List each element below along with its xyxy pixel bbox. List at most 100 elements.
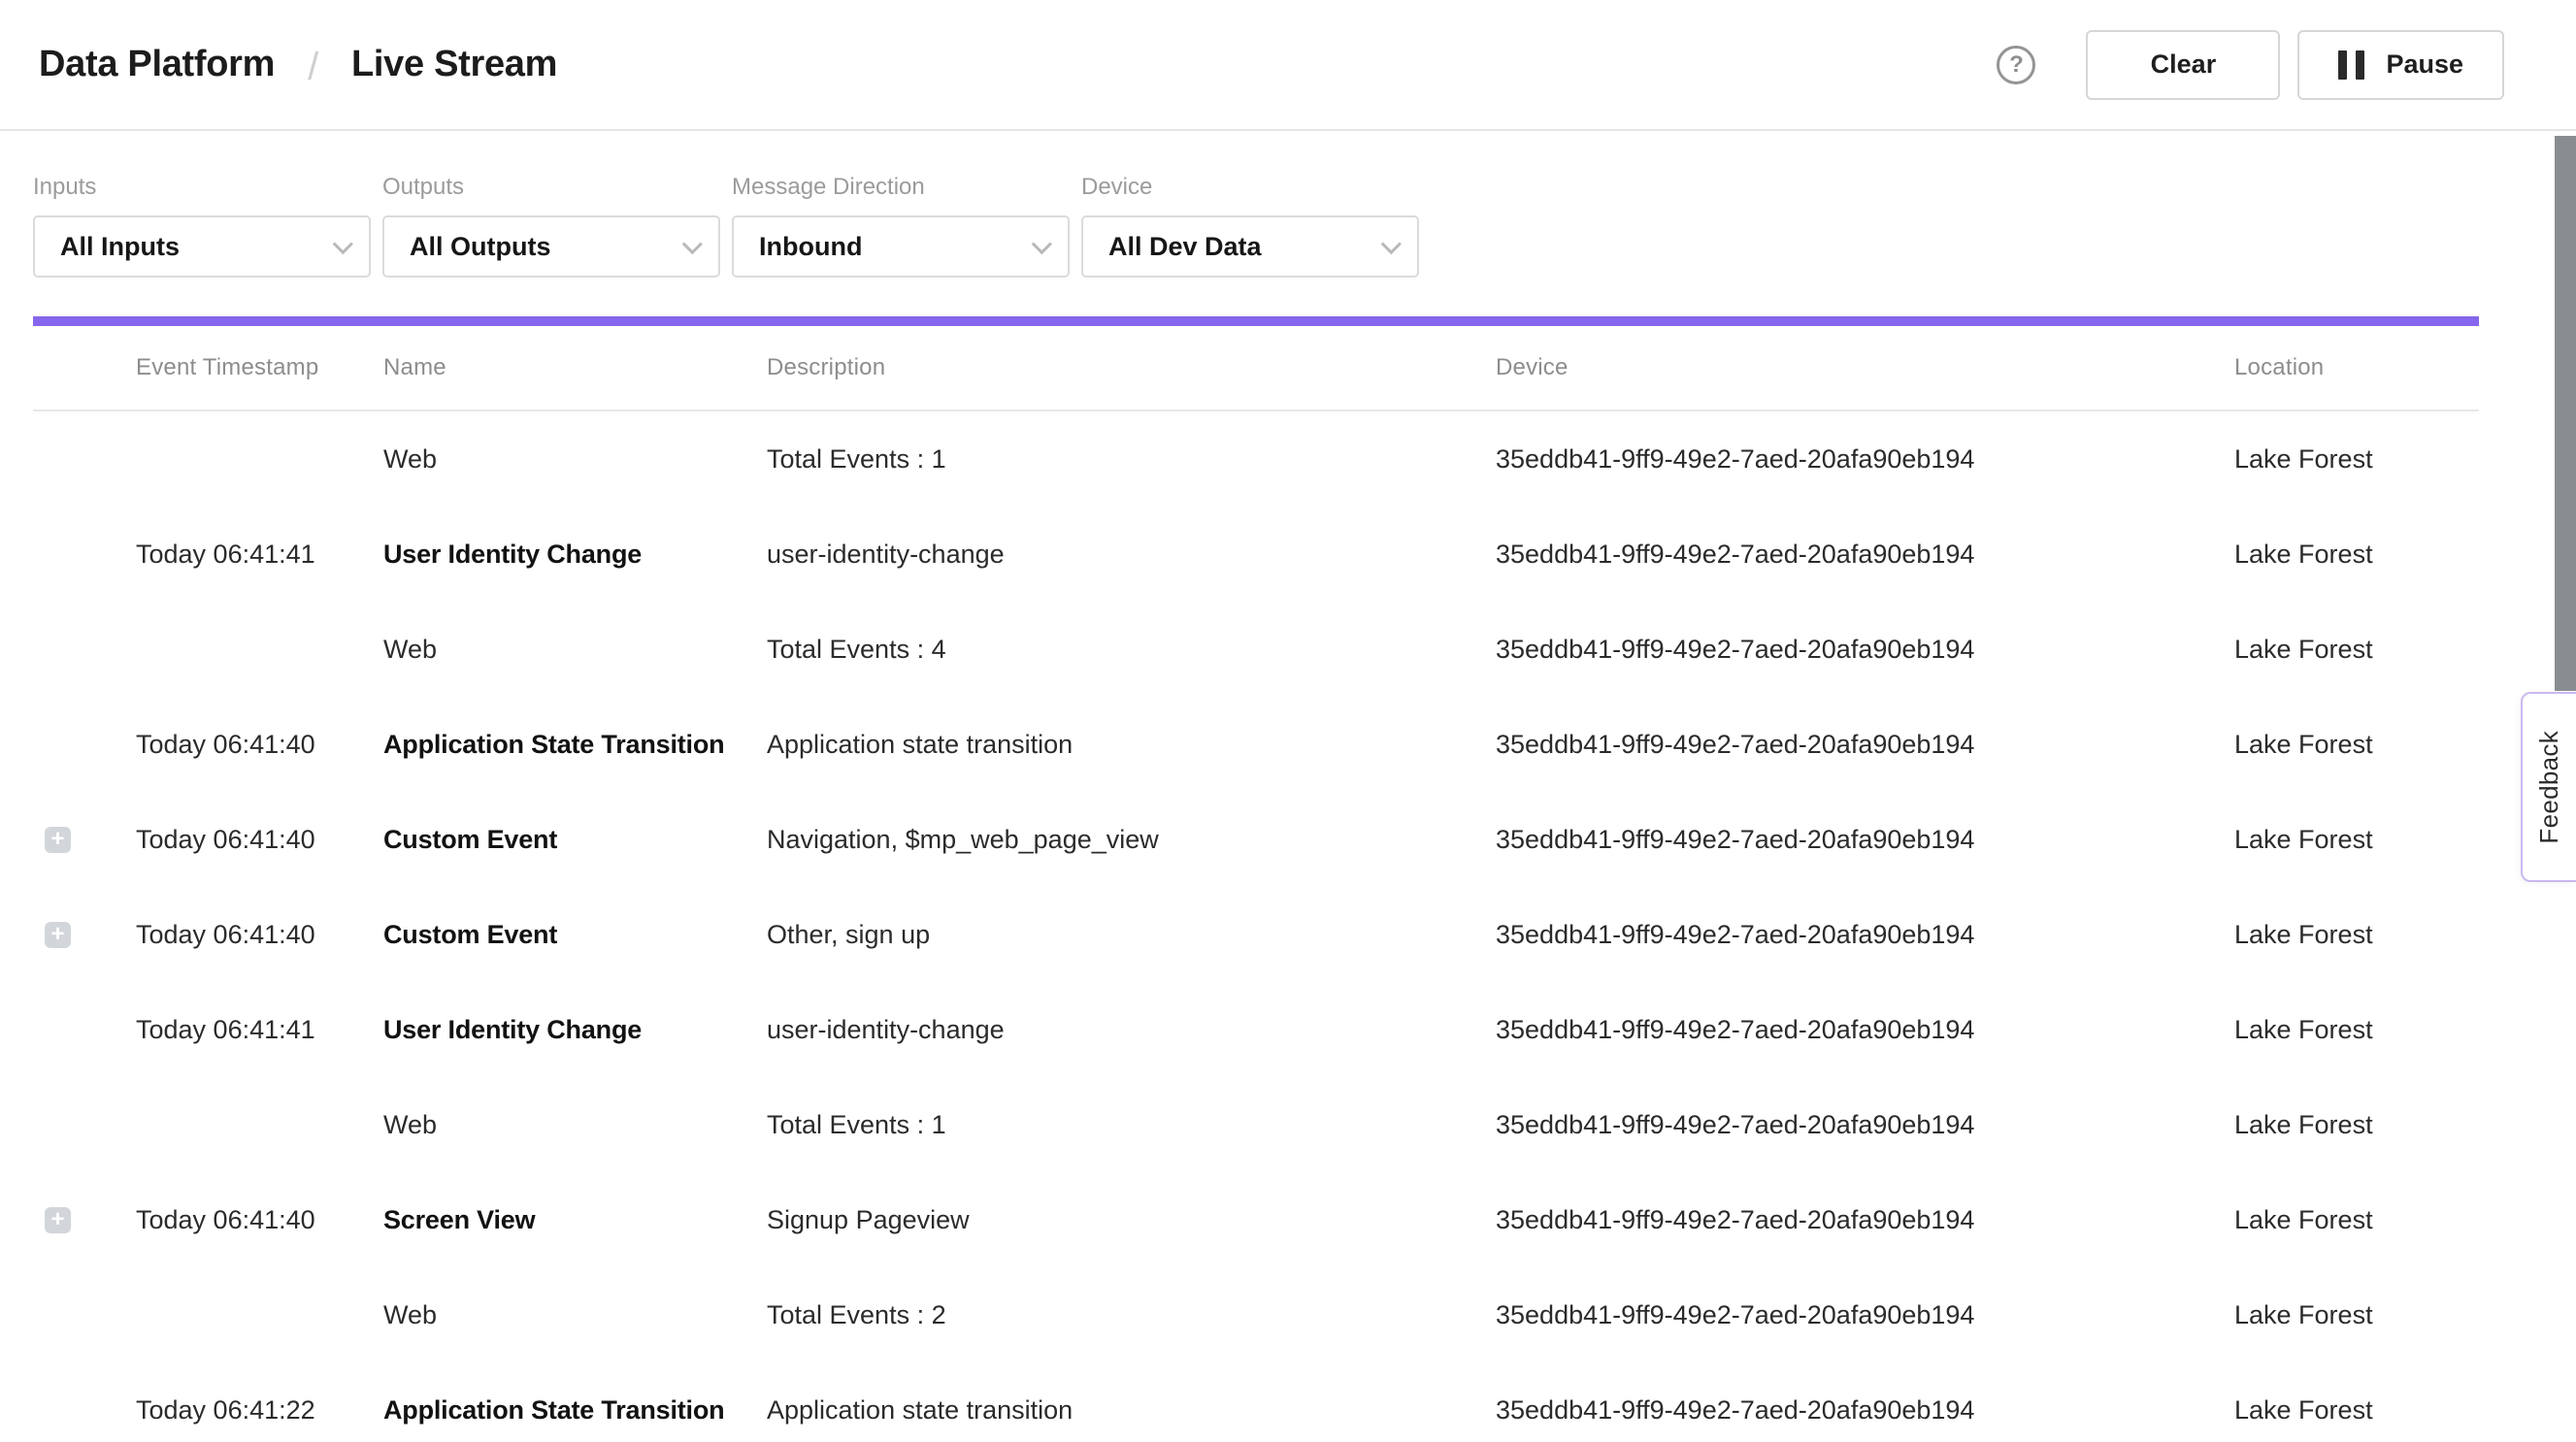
- table-row[interactable]: + Today 06:41:40 Screen View Signup Page…: [33, 1172, 2479, 1267]
- cell-expand: +: [33, 541, 136, 568]
- clear-button[interactable]: Clear: [2086, 30, 2280, 100]
- expand-icon[interactable]: +: [45, 922, 71, 948]
- cell-timestamp: Today 06:41:40: [136, 730, 383, 760]
- top-bar-actions: ? Clear Pause: [1997, 30, 2504, 100]
- column-header-device: Device: [1496, 354, 2234, 381]
- filter-group: Inputs All Inputs: [33, 174, 371, 278]
- cell-name: Web: [383, 635, 767, 665]
- cell-device: 35eddb41-9ff9-49e2-7aed-20afa90eb194: [1496, 1395, 2234, 1426]
- cell-device: 35eddb41-9ff9-49e2-7aed-20afa90eb194: [1496, 635, 2234, 665]
- cell-location: Lake Forest: [2234, 825, 2479, 855]
- chevron-down-icon: [1381, 234, 1402, 254]
- filter-dropdown-inputs[interactable]: All Inputs: [33, 215, 371, 278]
- cell-name: Web: [383, 1110, 767, 1140]
- cell-location: Lake Forest: [2234, 1205, 2479, 1235]
- filter-dropdown-message-direction[interactable]: Inbound: [732, 215, 1070, 278]
- table-row[interactable]: + Web Total Events : 1 35eddb41-9ff9-49e…: [33, 1077, 2479, 1172]
- table-row[interactable]: + Today 06:41:22 Application State Trans…: [33, 1362, 2479, 1442]
- help-icon[interactable]: ?: [1997, 46, 2035, 84]
- cell-location: Lake Forest: [2234, 1300, 2479, 1330]
- pause-button-label: Pause: [2386, 49, 2463, 80]
- cell-device: 35eddb41-9ff9-49e2-7aed-20afa90eb194: [1496, 920, 2234, 950]
- pause-icon: [2338, 50, 2364, 80]
- cell-description: Application state transition: [767, 730, 1496, 760]
- cell-expand: +: [33, 732, 136, 758]
- cell-name: Web: [383, 1300, 767, 1330]
- column-header-event-timestamp: Event Timestamp: [136, 354, 383, 381]
- cell-timestamp: Today 06:41:22: [136, 1395, 383, 1426]
- cell-expand: +: [33, 1112, 136, 1138]
- filter-group: Device All Dev Data: [1081, 174, 1419, 278]
- cell-device: 35eddb41-9ff9-49e2-7aed-20afa90eb194: [1496, 1300, 2234, 1330]
- filter-label: Outputs: [382, 174, 720, 201]
- cell-location: Lake Forest: [2234, 730, 2479, 760]
- cell-expand: +: [33, 637, 136, 663]
- cell-description: Navigation, $mp_web_page_view: [767, 825, 1496, 855]
- table-row[interactable]: + Web Total Events : 2 35eddb41-9ff9-49e…: [33, 1267, 2479, 1362]
- cell-description: user-identity-change: [767, 1015, 1496, 1045]
- filter-selected-value: All Inputs: [60, 232, 180, 262]
- cell-description: Total Events : 1: [767, 1110, 1496, 1140]
- cell-name: Web: [383, 444, 767, 475]
- cell-device: 35eddb41-9ff9-49e2-7aed-20afa90eb194: [1496, 825, 2234, 855]
- cell-expand: +: [33, 1302, 136, 1328]
- cell-device: 35eddb41-9ff9-49e2-7aed-20afa90eb194: [1496, 730, 2234, 760]
- cell-location: Lake Forest: [2234, 920, 2479, 950]
- filter-label: Message Direction: [732, 174, 1070, 201]
- cell-description: Application state transition: [767, 1395, 1496, 1426]
- table-row[interactable]: + Web Total Events : 1 35eddb41-9ff9-49e…: [33, 411, 2479, 507]
- filter-selected-value: Inbound: [759, 232, 862, 262]
- table-row[interactable]: + Today 06:41:40 Application State Trans…: [33, 697, 2479, 792]
- filter-group: Outputs All Outputs: [382, 174, 720, 278]
- cell-timestamp: Today 06:41:40: [136, 825, 383, 855]
- cell-name: Application State Transition: [383, 730, 767, 760]
- pause-button[interactable]: Pause: [2297, 30, 2504, 100]
- expand-icon[interactable]: +: [45, 827, 71, 853]
- cell-description: Total Events : 4: [767, 635, 1496, 665]
- cell-timestamp: Today 06:41:40: [136, 920, 383, 950]
- filter-selected-value: All Outputs: [410, 232, 550, 262]
- cell-location: Lake Forest: [2234, 540, 2479, 570]
- breadcrumb: Data Platform / Live Stream: [39, 43, 557, 86]
- filter-group: Message Direction Inbound: [732, 174, 1070, 278]
- table-header-row: Event Timestamp Name Description Device …: [33, 326, 2479, 411]
- column-header-description: Description: [767, 354, 1496, 381]
- filter-selected-value: All Dev Data: [1108, 232, 1262, 262]
- cell-timestamp: Today 06:41:41: [136, 540, 383, 570]
- cell-device: 35eddb41-9ff9-49e2-7aed-20afa90eb194: [1496, 1015, 2234, 1045]
- feedback-tab[interactable]: Feedback: [2521, 692, 2576, 882]
- vertical-scrollbar[interactable]: [2555, 136, 2576, 691]
- live-stream-page: Data Platform / Live Stream ? Clear Paus…: [0, 0, 2576, 1442]
- cell-device: 35eddb41-9ff9-49e2-7aed-20afa90eb194: [1496, 1205, 2234, 1235]
- feedback-tab-label: Feedback: [2534, 731, 2564, 844]
- table-row[interactable]: + Web Total Events : 4 35eddb41-9ff9-49e…: [33, 602, 2479, 697]
- cell-description: Signup Pageview: [767, 1205, 1496, 1235]
- cell-location: Lake Forest: [2234, 1015, 2479, 1045]
- column-header-name: Name: [383, 354, 767, 381]
- breadcrumb-item-data-platform[interactable]: Data Platform: [39, 44, 275, 85]
- column-header-location: Location: [2234, 354, 2479, 381]
- filter-dropdown-outputs[interactable]: All Outputs: [382, 215, 720, 278]
- filter-label: Inputs: [33, 174, 371, 201]
- cell-timestamp: Today 06:41:41: [136, 1015, 383, 1045]
- filter-label: Device: [1081, 174, 1419, 201]
- filter-dropdown-device[interactable]: All Dev Data: [1081, 215, 1419, 278]
- cell-description: Other, sign up: [767, 920, 1496, 950]
- cell-description: Total Events : 2: [767, 1300, 1496, 1330]
- table-body: + Web Total Events : 1 35eddb41-9ff9-49e…: [33, 411, 2479, 1442]
- cell-location: Lake Forest: [2234, 635, 2479, 665]
- cell-expand: +: [33, 446, 136, 473]
- table-row[interactable]: + Today 06:41:40 Custom Event Other, sig…: [33, 887, 2479, 982]
- cell-timestamp: Today 06:41:40: [136, 1205, 383, 1235]
- chevron-down-icon: [333, 234, 353, 254]
- expand-icon[interactable]: +: [45, 1207, 71, 1233]
- cell-description: Total Events : 1: [767, 444, 1496, 475]
- cell-expand: +: [33, 1397, 136, 1424]
- cell-name: Screen View: [383, 1205, 767, 1235]
- table-row[interactable]: + Today 06:41:41 User Identity Change us…: [33, 507, 2479, 602]
- table-row[interactable]: + Today 06:41:41 User Identity Change us…: [33, 982, 2479, 1077]
- filters-row: Inputs All Inputs Outputs All Outputs Me…: [0, 131, 2576, 278]
- cell-name: Custom Event: [383, 825, 767, 855]
- table-row[interactable]: + Today 06:41:40 Custom Event Navigation…: [33, 792, 2479, 887]
- top-bar: Data Platform / Live Stream ? Clear Paus…: [0, 0, 2576, 131]
